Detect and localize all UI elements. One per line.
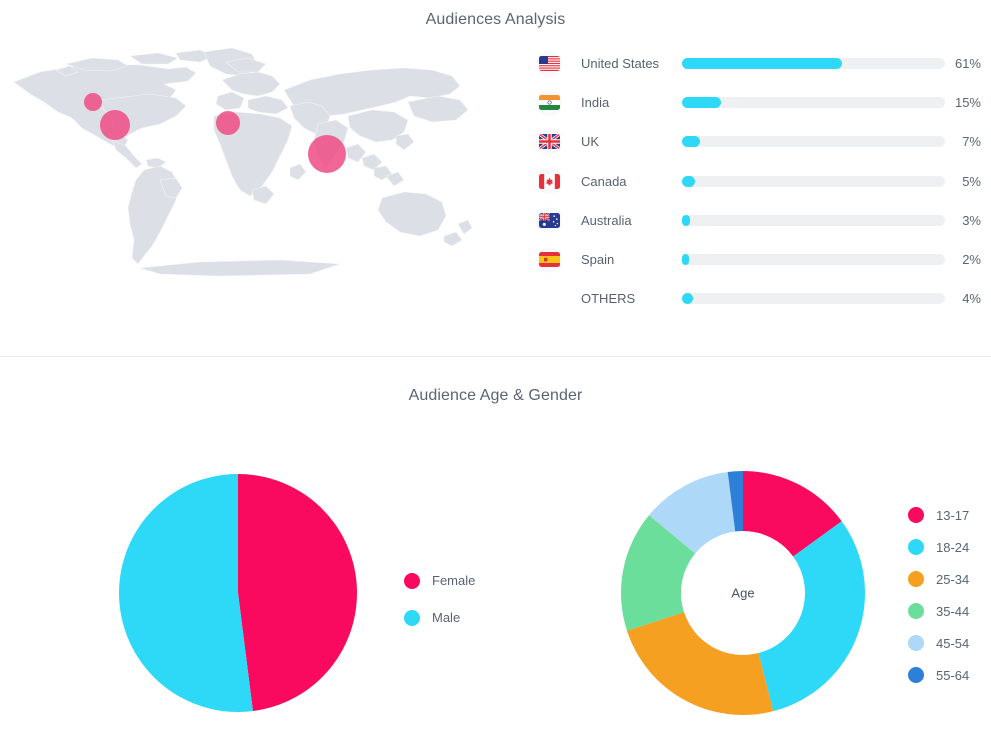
country-bar-track[interactable] (682, 175, 945, 187)
flag-spain-icon (536, 246, 562, 273)
legend-label-female: Female (432, 573, 476, 588)
legend-item-35-44[interactable]: 35-44 (908, 595, 969, 627)
legend-item-18-24[interactable]: 18-24 (908, 531, 969, 563)
legend-label-25-34: 25-34 (936, 571, 970, 587)
legend-dot-male (404, 609, 420, 626)
legend-item-45-54[interactable]: 45-54 (908, 627, 969, 659)
map-bubble-spain[interactable] (216, 111, 240, 135)
legend-dot-female (404, 572, 420, 589)
country-audience-list: United States 61% India 15% UK 7% Canada… (536, 44, 984, 318)
legend-dot-35-44 (908, 603, 924, 619)
legend-dot-25-34 (908, 571, 924, 587)
flag-uk-icon (536, 128, 562, 155)
map-bubble-india[interactable] (308, 135, 346, 173)
age-donut-chart: Age (618, 468, 868, 718)
country-percent: 4% (962, 291, 981, 307)
legend-item-male[interactable]: Male (404, 599, 475, 636)
age-donut-svg: Age (621, 471, 865, 715)
flag-australia-icon (536, 207, 562, 234)
age-slice-18-24[interactable] (758, 521, 865, 712)
country-bar-fill (682, 58, 843, 70)
world-map-panel (0, 40, 500, 295)
country-row-india[interactable]: India 15% (536, 83, 984, 122)
country-row-others[interactable]: OTHERS 4% (536, 279, 984, 318)
country-percent: 2% (962, 252, 981, 268)
country-row-uk[interactable]: UK 7% (536, 122, 984, 161)
country-bar-fill (682, 97, 722, 109)
map-bubble-canada[interactable] (84, 93, 102, 111)
legend-dot-13-17 (908, 507, 924, 523)
country-percent: 7% (962, 134, 981, 150)
country-bar-fill (682, 214, 690, 226)
country-name: Canada (581, 173, 627, 189)
country-row-spain[interactable]: Spain 2% (536, 240, 984, 279)
age-slice-25-34[interactable] (626, 612, 774, 715)
country-bar-fill (682, 175, 696, 187)
country-bar-track[interactable] (682, 58, 945, 70)
gender-slice-female[interactable] (238, 474, 358, 712)
legend-label-55-64: 55-64 (936, 667, 970, 683)
country-name: India (581, 95, 610, 111)
legend-dot-55-64 (908, 667, 924, 683)
country-row-australia[interactable]: Australia 3% (536, 201, 984, 240)
country-percent: 61% (954, 56, 981, 72)
map-landmasses (13, 47, 473, 277)
page-title-audiences-analysis: Audiences Analysis (425, 11, 566, 28)
world-map-svg (13, 47, 473, 277)
country-percent: 15% (954, 95, 981, 111)
legend-dot-45-54 (908, 635, 924, 651)
country-bar-track[interactable] (682, 97, 945, 109)
country-bar-fill (682, 136, 701, 148)
legend-label-45-54: 45-54 (936, 635, 970, 651)
page-title-audience-age-gender: Audience Age & Gender (408, 387, 583, 404)
gender-pie-slices (119, 474, 358, 712)
country-bar-fill (682, 293, 693, 305)
legend-dot-18-24 (908, 539, 924, 555)
legend-item-female[interactable]: Female (404, 562, 475, 599)
flag-canada-icon (536, 168, 562, 195)
section-divider (0, 356, 991, 357)
legend-label-13-17: 13-17 (936, 507, 970, 523)
country-bar-track[interactable] (682, 214, 945, 226)
country-name: Australia (581, 212, 632, 228)
country-bar-track[interactable] (682, 136, 945, 148)
flag-united-states-icon (536, 50, 562, 77)
map-bubble-united-states[interactable] (100, 110, 130, 140)
legend-label-35-44: 35-44 (936, 603, 970, 619)
legend-item-55-64[interactable]: 55-64 (908, 659, 969, 691)
legend-label-male: Male (432, 610, 461, 625)
flag-india-icon (536, 89, 562, 116)
country-bar-track[interactable] (682, 293, 945, 305)
country-row-canada[interactable]: Canada 5% (536, 162, 984, 201)
country-percent: 3% (962, 212, 981, 228)
country-name: OTHERS (581, 291, 636, 307)
gender-slice-male[interactable] (119, 474, 253, 712)
country-name: Spain (581, 252, 615, 268)
donut-center-label: Age (731, 586, 754, 601)
gender-pie-svg (119, 474, 358, 712)
gender-pie-chart (108, 463, 368, 723)
legend-label-18-24: 18-24 (936, 539, 970, 555)
gender-legend: Female Male (404, 562, 475, 636)
country-bar-track[interactable] (682, 254, 945, 266)
age-legend: 13-17 18-24 25-34 35-44 45-54 55-64 (908, 499, 969, 691)
country-bar-fill (682, 254, 689, 266)
flag-placeholder-icon (536, 286, 562, 312)
country-name: UK (581, 134, 600, 150)
country-percent: 5% (962, 173, 981, 189)
legend-item-25-34[interactable]: 25-34 (908, 563, 969, 595)
country-name: United States (581, 56, 660, 72)
legend-item-13-17[interactable]: 13-17 (908, 499, 969, 531)
country-row-united-states[interactable]: United States 61% (536, 44, 984, 83)
